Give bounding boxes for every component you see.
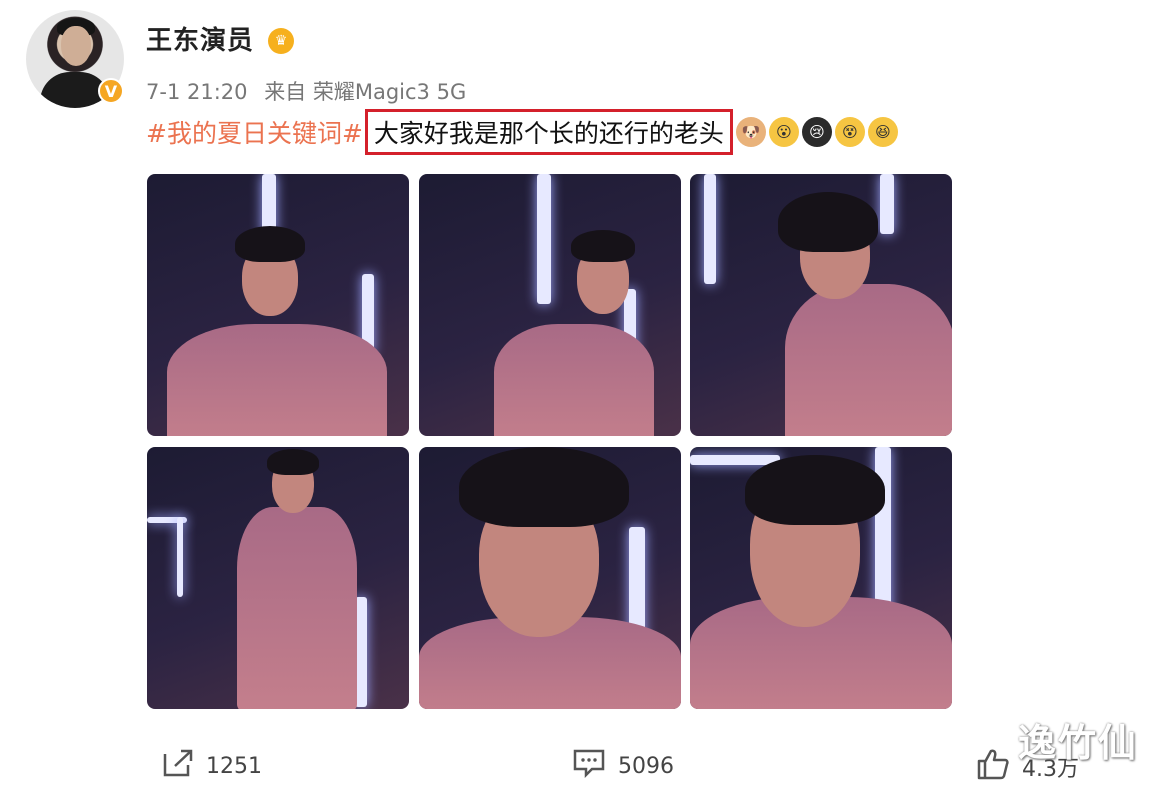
hashtag-link[interactable]: #我的夏日关键词# xyxy=(146,114,363,150)
like-icon xyxy=(976,748,1010,786)
comment-action[interactable]: 5096 xyxy=(572,748,674,784)
verified-v-icon: V xyxy=(98,78,124,104)
photo-3[interactable] xyxy=(690,174,952,436)
post-time[interactable]: 7-1 21:20 xyxy=(146,80,248,104)
crying-emoji-icon: 😢 xyxy=(801,117,832,147)
photo-1[interactable] xyxy=(147,174,409,436)
highlighted-text: 大家好我是那个长的还行的老头 xyxy=(364,109,733,155)
photo-2[interactable] xyxy=(419,174,681,436)
share-icon xyxy=(162,748,194,784)
photo-5[interactable] xyxy=(419,447,681,709)
post-text: #我的夏日关键词# 大家好我是那个长的还行的老头 🐶 😮 😢 😵 😆 xyxy=(146,109,898,155)
dog-emoji-icon: 🐶 xyxy=(735,117,766,147)
comment-icon xyxy=(572,748,606,784)
watermark: 逸竹仙 xyxy=(1018,721,1139,765)
grinning-emoji-icon: 😆 xyxy=(867,117,898,147)
surprised-emoji-icon: 😮 xyxy=(768,117,799,147)
crown-icon: ♛ xyxy=(268,28,294,54)
post-meta: 7-1 21:20 来自 荣耀Magic3 5G xyxy=(146,76,476,106)
username[interactable]: 王东演员 xyxy=(146,20,254,57)
post-source: 来自 荣耀Magic3 5G xyxy=(264,80,467,104)
share-count: 1251 xyxy=(206,753,262,779)
dizzy-emoji-icon: 😵 xyxy=(834,117,865,147)
photo-6[interactable] xyxy=(690,447,952,709)
comment-count: 5096 xyxy=(618,753,674,779)
photo-4[interactable] xyxy=(147,447,409,709)
share-action[interactable]: 1251 xyxy=(162,748,262,784)
